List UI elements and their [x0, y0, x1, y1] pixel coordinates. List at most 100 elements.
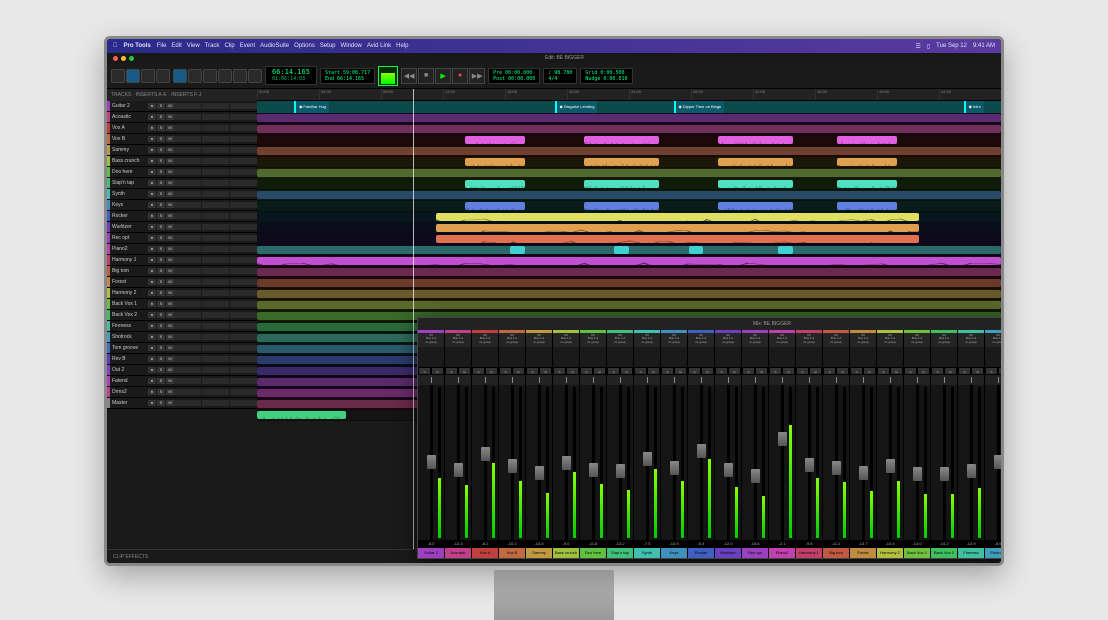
- solo-button[interactable]: S: [157, 279, 165, 285]
- channel-name[interactable]: Rocker: [688, 548, 714, 558]
- slip-mode-button[interactable]: [126, 69, 140, 83]
- volume-fader[interactable]: [508, 459, 517, 473]
- channel-name[interactable]: Keys: [661, 548, 687, 558]
- solo-button[interactable]: S: [499, 367, 512, 375]
- record-arm-button[interactable]: ●: [148, 202, 156, 208]
- track-header[interactable]: Back Vox 1 ● S M: [107, 299, 257, 310]
- insert-slot[interactable]: [230, 103, 257, 109]
- channel-inserts[interactable]: [445, 347, 471, 367]
- menu-window[interactable]: Window: [341, 43, 362, 49]
- solo-button[interactable]: S: [823, 367, 836, 375]
- record-arm-button[interactable]: ●: [148, 136, 156, 142]
- audio-clip[interactable]: [584, 180, 658, 188]
- insert-slot[interactable]: [230, 125, 257, 131]
- record-arm-button[interactable]: ●: [148, 180, 156, 186]
- solo-button[interactable]: S: [157, 246, 165, 252]
- mute-button[interactable]: M: [166, 246, 174, 252]
- channel-name[interactable]: Acoustic: [445, 548, 471, 558]
- channel-name[interactable]: Forest: [850, 548, 876, 558]
- solo-button[interactable]: S: [157, 180, 165, 186]
- mute-button[interactable]: M: [166, 356, 174, 362]
- insert-slot[interactable]: [230, 301, 257, 307]
- menu-view[interactable]: View: [187, 43, 200, 49]
- record-arm-button[interactable]: ●: [148, 334, 156, 340]
- menu-edit[interactable]: Edit: [171, 43, 181, 49]
- mute-button[interactable]: M: [166, 147, 174, 153]
- track-header[interactable]: Forest ● S M: [107, 277, 257, 288]
- solo-button[interactable]: S: [553, 367, 566, 375]
- insert-slot[interactable]: [230, 235, 257, 241]
- insert-slot[interactable]: [174, 202, 201, 208]
- pan-knob[interactable]: [580, 375, 606, 385]
- channel-name[interactable]: Doo here: [580, 548, 606, 558]
- insert-slot[interactable]: [230, 323, 257, 329]
- mute-button[interactable]: M: [166, 279, 174, 285]
- pan-knob[interactable]: [985, 375, 1004, 385]
- close-icon[interactable]: [113, 56, 118, 61]
- audio-clip[interactable]: [465, 158, 525, 166]
- solo-button[interactable]: S: [904, 367, 917, 375]
- volume-fader[interactable]: [724, 463, 733, 477]
- solo-button[interactable]: S: [742, 367, 755, 375]
- solo-button[interactable]: S: [607, 367, 620, 375]
- mute-button[interactable]: M: [166, 202, 174, 208]
- insert-slot[interactable]: [230, 169, 257, 175]
- insert-slot[interactable]: [202, 213, 229, 219]
- channel-name[interactable]: Rec opt: [742, 548, 768, 558]
- audio-clip[interactable]: [718, 202, 792, 210]
- pan-knob[interactable]: [931, 375, 957, 385]
- channel-inserts[interactable]: [634, 347, 660, 367]
- audio-clip[interactable]: [837, 136, 897, 144]
- track-lane[interactable]: [257, 256, 1001, 267]
- audio-clip[interactable]: [718, 158, 792, 166]
- mute-button[interactable]: M: [166, 180, 174, 186]
- spot-mode-button[interactable]: [141, 69, 155, 83]
- audio-clip[interactable]: [465, 202, 525, 210]
- insert-slot[interactable]: [174, 356, 201, 362]
- mute-button[interactable]: M: [566, 367, 579, 375]
- insert-slot[interactable]: [174, 279, 201, 285]
- channel-io[interactable]: I/OBus 1-2no group: [931, 333, 957, 347]
- track-header[interactable]: Wurlitzer ● S M: [107, 222, 257, 233]
- track-lane[interactable]: [257, 245, 1001, 256]
- mute-button[interactable]: M: [809, 367, 822, 375]
- insert-slot[interactable]: [174, 191, 201, 197]
- insert-slot[interactable]: [230, 213, 257, 219]
- insert-slot[interactable]: [230, 158, 257, 164]
- grabber-tool-button[interactable]: [218, 69, 232, 83]
- track-lane[interactable]: [257, 135, 1001, 146]
- pan-knob[interactable]: [877, 375, 903, 385]
- channel-name[interactable]: Synth: [634, 548, 660, 558]
- zoom-icon[interactable]: [129, 56, 134, 61]
- insert-slot[interactable]: [202, 301, 229, 307]
- audio-clip[interactable]: [257, 290, 1001, 298]
- solo-button[interactable]: S: [157, 345, 165, 351]
- channel-io[interactable]: I/OBus 1-2no group: [553, 333, 579, 347]
- audio-clip[interactable]: [257, 411, 346, 419]
- audio-clip[interactable]: [257, 125, 1001, 133]
- menu-avid link[interactable]: Avid Link: [367, 43, 391, 49]
- track-lane[interactable]: [257, 179, 1001, 190]
- insert-slot[interactable]: [174, 235, 201, 241]
- track-header[interactable]: Master ● S M: [107, 398, 257, 409]
- mix-window-titlebar[interactable]: Mix: BE BIGGER: [418, 318, 1004, 330]
- track-lane[interactable]: [257, 278, 1001, 289]
- channel-inserts[interactable]: [526, 347, 552, 367]
- insert-slot[interactable]: [202, 136, 229, 142]
- channel-inserts[interactable]: [877, 347, 903, 367]
- track-header[interactable]: Big tom ● S M: [107, 266, 257, 277]
- insert-slot[interactable]: [202, 345, 229, 351]
- solo-button[interactable]: S: [157, 356, 165, 362]
- mute-button[interactable]: M: [166, 191, 174, 197]
- pan-knob[interactable]: [904, 375, 930, 385]
- pan-knob[interactable]: [634, 375, 660, 385]
- record-button[interactable]: ●: [452, 68, 468, 84]
- insert-slot[interactable]: [202, 257, 229, 263]
- mute-button[interactable]: M: [836, 367, 849, 375]
- insert-slot[interactable]: [202, 356, 229, 362]
- record-arm-button[interactable]: ●: [148, 114, 156, 120]
- audio-clip[interactable]: [718, 180, 792, 188]
- pan-knob[interactable]: [445, 375, 471, 385]
- track-lane[interactable]: [257, 300, 1001, 311]
- mute-button[interactable]: M: [728, 367, 741, 375]
